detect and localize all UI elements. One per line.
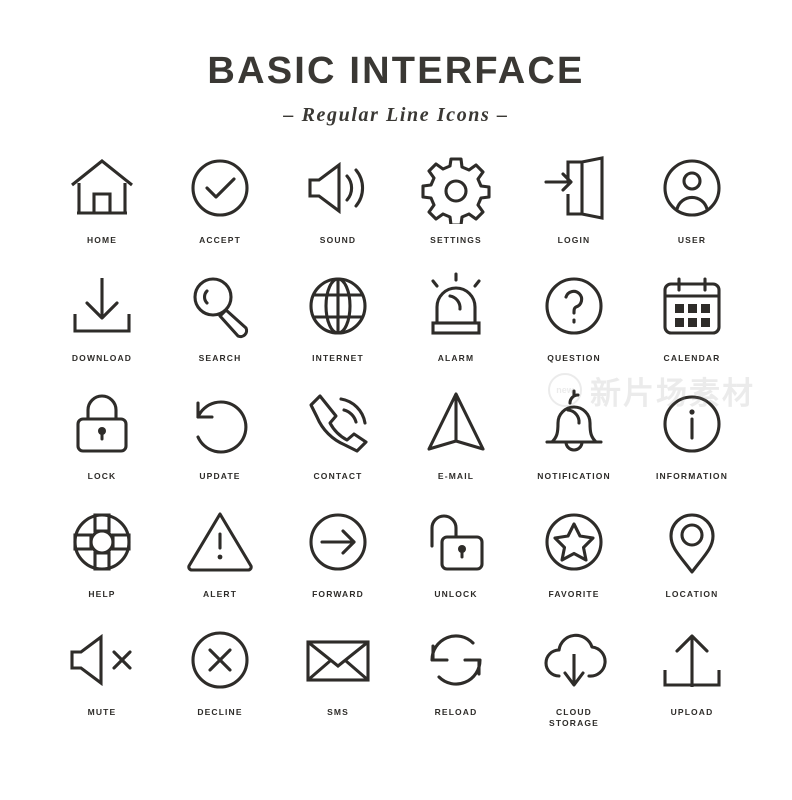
icon-label: LOCATION: [665, 589, 719, 599]
icon-cell-cross-circle[interactable]: DECLINE: [161, 624, 279, 742]
envelope-icon: [302, 624, 374, 696]
check-circle-icon: [184, 152, 256, 224]
icon-cell-upload-tray[interactable]: UPLOAD: [633, 624, 751, 742]
icon-label: INFORMATION: [656, 471, 728, 481]
icon-cell-calendar[interactable]: CALENDAR: [633, 270, 751, 388]
bell-icon: [538, 388, 610, 460]
login-door-icon: [538, 152, 610, 224]
icon-cell-padlock-closed[interactable]: LOCK: [43, 388, 161, 506]
map-pin-icon: [656, 506, 728, 578]
question-circle-icon: [538, 270, 610, 342]
circular-arrow-icon: [184, 388, 256, 460]
icon-cell-envelope[interactable]: SMS: [279, 624, 397, 742]
icon-label: RELOAD: [434, 707, 478, 717]
icon-label: UPDATE: [199, 471, 241, 481]
icon-label: UPLOAD: [670, 707, 714, 717]
icon-cell-phone-handset[interactable]: CONTACT: [279, 388, 397, 506]
globe-icon: [302, 270, 374, 342]
icon-label: ACCEPT: [199, 235, 241, 245]
icon-cell-user-circle[interactable]: USER: [633, 152, 751, 270]
icon-label: QUESTION: [547, 353, 601, 363]
icon-label: CALENDAR: [663, 353, 721, 363]
icon-cell-login-door[interactable]: LOGIN: [515, 152, 633, 270]
info-circle-icon: [656, 388, 728, 460]
icon-cell-globe[interactable]: INTERNET: [279, 270, 397, 388]
life-ring-icon: [66, 506, 138, 578]
magnifier-icon: [184, 270, 256, 342]
icon-cell-star-circle[interactable]: FAVORITE: [515, 506, 633, 624]
icon-label: CLOUD STORAGE: [549, 707, 599, 729]
warning-triangle-icon: [184, 506, 256, 578]
icon-label: INTERNET: [312, 353, 364, 363]
icon-cell-map-pin[interactable]: LOCATION: [633, 506, 751, 624]
speaker-mute-icon: [66, 624, 138, 696]
icon-label: LOCK: [87, 471, 117, 481]
icon-label: DECLINE: [197, 707, 243, 717]
arrow-right-circle-icon: [302, 506, 374, 578]
icon-cell-magnifier[interactable]: SEARCH: [161, 270, 279, 388]
icon-label: SETTINGS: [430, 235, 482, 245]
icon-label: E-MAIL: [437, 471, 475, 481]
speaker-waves-icon: [302, 152, 374, 224]
icon-cell-siren[interactable]: ALARM: [397, 270, 515, 388]
cross-circle-icon: [184, 624, 256, 696]
refresh-arrows-icon: [420, 624, 492, 696]
icon-label: NOTIFICATION: [537, 471, 611, 481]
icon-label: USER: [677, 235, 707, 245]
siren-icon: [420, 270, 492, 342]
padlock-closed-icon: [66, 388, 138, 460]
icon-label: SOUND: [319, 235, 357, 245]
icon-label: CONTACT: [313, 471, 363, 481]
title-block: BASIC INTERFACE – Regular Line Icons –: [0, 50, 792, 127]
icon-label: FORWARD: [312, 589, 364, 599]
icon-label: LOGIN: [557, 235, 591, 245]
icon-label: MUTE: [87, 707, 117, 717]
icon-sheet: BASIC INTERFACE – Regular Line Icons – H…: [0, 0, 792, 800]
icon-cell-warning-triangle[interactable]: ALERT: [161, 506, 279, 624]
icon-label: ALERT: [202, 589, 238, 599]
icon-cell-refresh-arrows[interactable]: RELOAD: [397, 624, 515, 742]
calendar-icon: [656, 270, 728, 342]
download-tray-icon: [66, 270, 138, 342]
icon-label: ALARM: [437, 353, 475, 363]
icon-cell-speaker-waves[interactable]: SOUND: [279, 152, 397, 270]
phone-handset-icon: [302, 388, 374, 460]
icon-cell-circular-arrow[interactable]: UPDATE: [161, 388, 279, 506]
icon-cell-speaker-mute[interactable]: MUTE: [43, 624, 161, 742]
icon-cell-bell[interactable]: NOTIFICATION: [515, 388, 633, 506]
page-title: BASIC INTERFACE: [207, 50, 585, 92]
icon-cell-home[interactable]: HOME: [43, 152, 161, 270]
upload-tray-icon: [656, 624, 728, 696]
icon-label: SMS: [327, 707, 349, 717]
cloud-download-icon: [538, 624, 610, 696]
paper-plane-icon: [420, 388, 492, 460]
icon-cell-cloud-download[interactable]: CLOUD STORAGE: [515, 624, 633, 742]
icon-cell-check-circle[interactable]: ACCEPT: [161, 152, 279, 270]
icon-cell-life-ring[interactable]: HELP: [43, 506, 161, 624]
icon-grid: HOME ACCEPT SOUND SETTINGS LOGIN USER DOWNLOAD…: [43, 152, 751, 742]
icon-cell-gear[interactable]: SETTINGS: [397, 152, 515, 270]
icon-label: SEARCH: [198, 353, 242, 363]
home-icon: [66, 152, 138, 224]
icon-cell-question-circle[interactable]: QUESTION: [515, 270, 633, 388]
icon-label: UNLOCK: [434, 589, 478, 599]
icon-cell-arrow-right-circle[interactable]: FORWARD: [279, 506, 397, 624]
gear-icon: [420, 152, 492, 224]
icon-cell-download-tray[interactable]: DOWNLOAD: [43, 270, 161, 388]
icon-label: DOWNLOAD: [71, 353, 133, 363]
star-circle-icon: [538, 506, 610, 578]
icon-label: HOME: [86, 235, 118, 245]
icon-label: HELP: [88, 589, 116, 599]
icon-cell-info-circle[interactable]: INFORMATION: [633, 388, 751, 506]
icon-cell-padlock-open[interactable]: UNLOCK: [397, 506, 515, 624]
user-circle-icon: [656, 152, 728, 224]
icon-cell-paper-plane[interactable]: E-MAIL: [397, 388, 515, 506]
icon-label: FAVORITE: [548, 589, 600, 599]
page-subtitle: – Regular Line Icons –: [283, 103, 509, 126]
padlock-open-icon: [420, 506, 492, 578]
